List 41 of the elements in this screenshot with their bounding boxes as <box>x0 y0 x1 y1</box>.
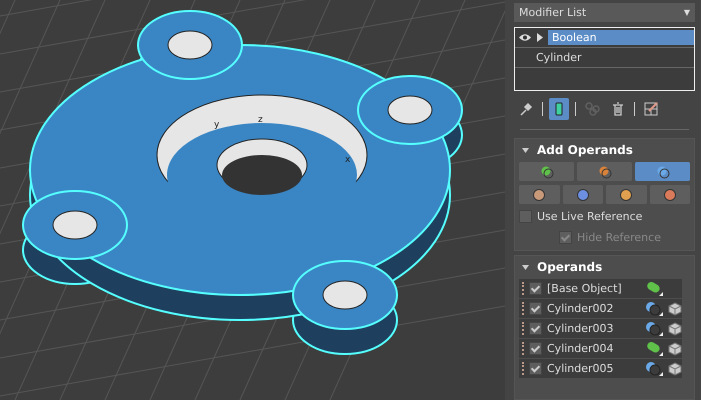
gizmo-axis-label: z <box>258 115 263 125</box>
rollout-title[interactable]: Add Operands <box>537 143 633 157</box>
insert-operation-button[interactable] <box>606 185 646 204</box>
operand-checkbox[interactable] <box>529 282 542 295</box>
sphere-icon <box>532 188 546 202</box>
operand-checkbox[interactable] <box>529 342 542 355</box>
union-operation-button[interactable] <box>519 162 574 181</box>
operand-checkbox[interactable] <box>529 362 542 375</box>
sphere-icon <box>576 188 590 202</box>
collapse-arrow-icon[interactable] <box>522 148 529 152</box>
overlapping-circles-icon <box>540 164 554 178</box>
circles-icon <box>584 101 600 117</box>
intersect-operation-button[interactable] <box>577 162 632 181</box>
attach-operation-button[interactable] <box>562 185 603 204</box>
merge-operation-button[interactable] <box>519 185 560 204</box>
operand-checkbox[interactable] <box>529 322 542 335</box>
trash-icon <box>610 101 626 117</box>
operand-list-item[interactable]: Cylinder004 <box>519 339 682 359</box>
pin-icon <box>518 101 534 117</box>
split-operation-button[interactable] <box>650 185 690 204</box>
overlapping-circles-icon <box>598 164 612 178</box>
modifier-list-dropdown[interactable]: Modifier List ▼ <box>514 3 695 22</box>
modifier-stack-item[interactable]: Cylinder <box>515 48 694 68</box>
overlapping-circles-icon <box>656 164 670 178</box>
operand-list-item[interactable]: Cylinder005 <box>519 359 682 379</box>
sphere-icon <box>662 188 677 202</box>
operand-checkbox[interactable] <box>529 302 542 315</box>
use-live-reference-checkbox[interactable]: Use Live Reference <box>519 210 690 223</box>
collapse-arrow-icon[interactable] <box>522 264 529 270</box>
configure-icon <box>643 101 659 117</box>
eye-icon[interactable] <box>518 33 532 42</box>
operand-list-item[interactable]: Cylinder002 <box>519 299 682 319</box>
subtract-operation-button[interactable] <box>635 162 690 181</box>
operand-list-item[interactable]: Cylinder003 <box>519 319 682 339</box>
operand-list-item[interactable]: [Base Object] <box>519 279 682 299</box>
gizmo-axis-label: x <box>345 155 350 165</box>
expand-arrow-icon[interactable] <box>537 33 543 42</box>
gizmo-axis-label: y <box>214 120 220 130</box>
rollout-title[interactable]: Operands <box>537 260 602 274</box>
sphere-icon <box>619 188 634 202</box>
end-result-button[interactable] <box>549 98 569 120</box>
